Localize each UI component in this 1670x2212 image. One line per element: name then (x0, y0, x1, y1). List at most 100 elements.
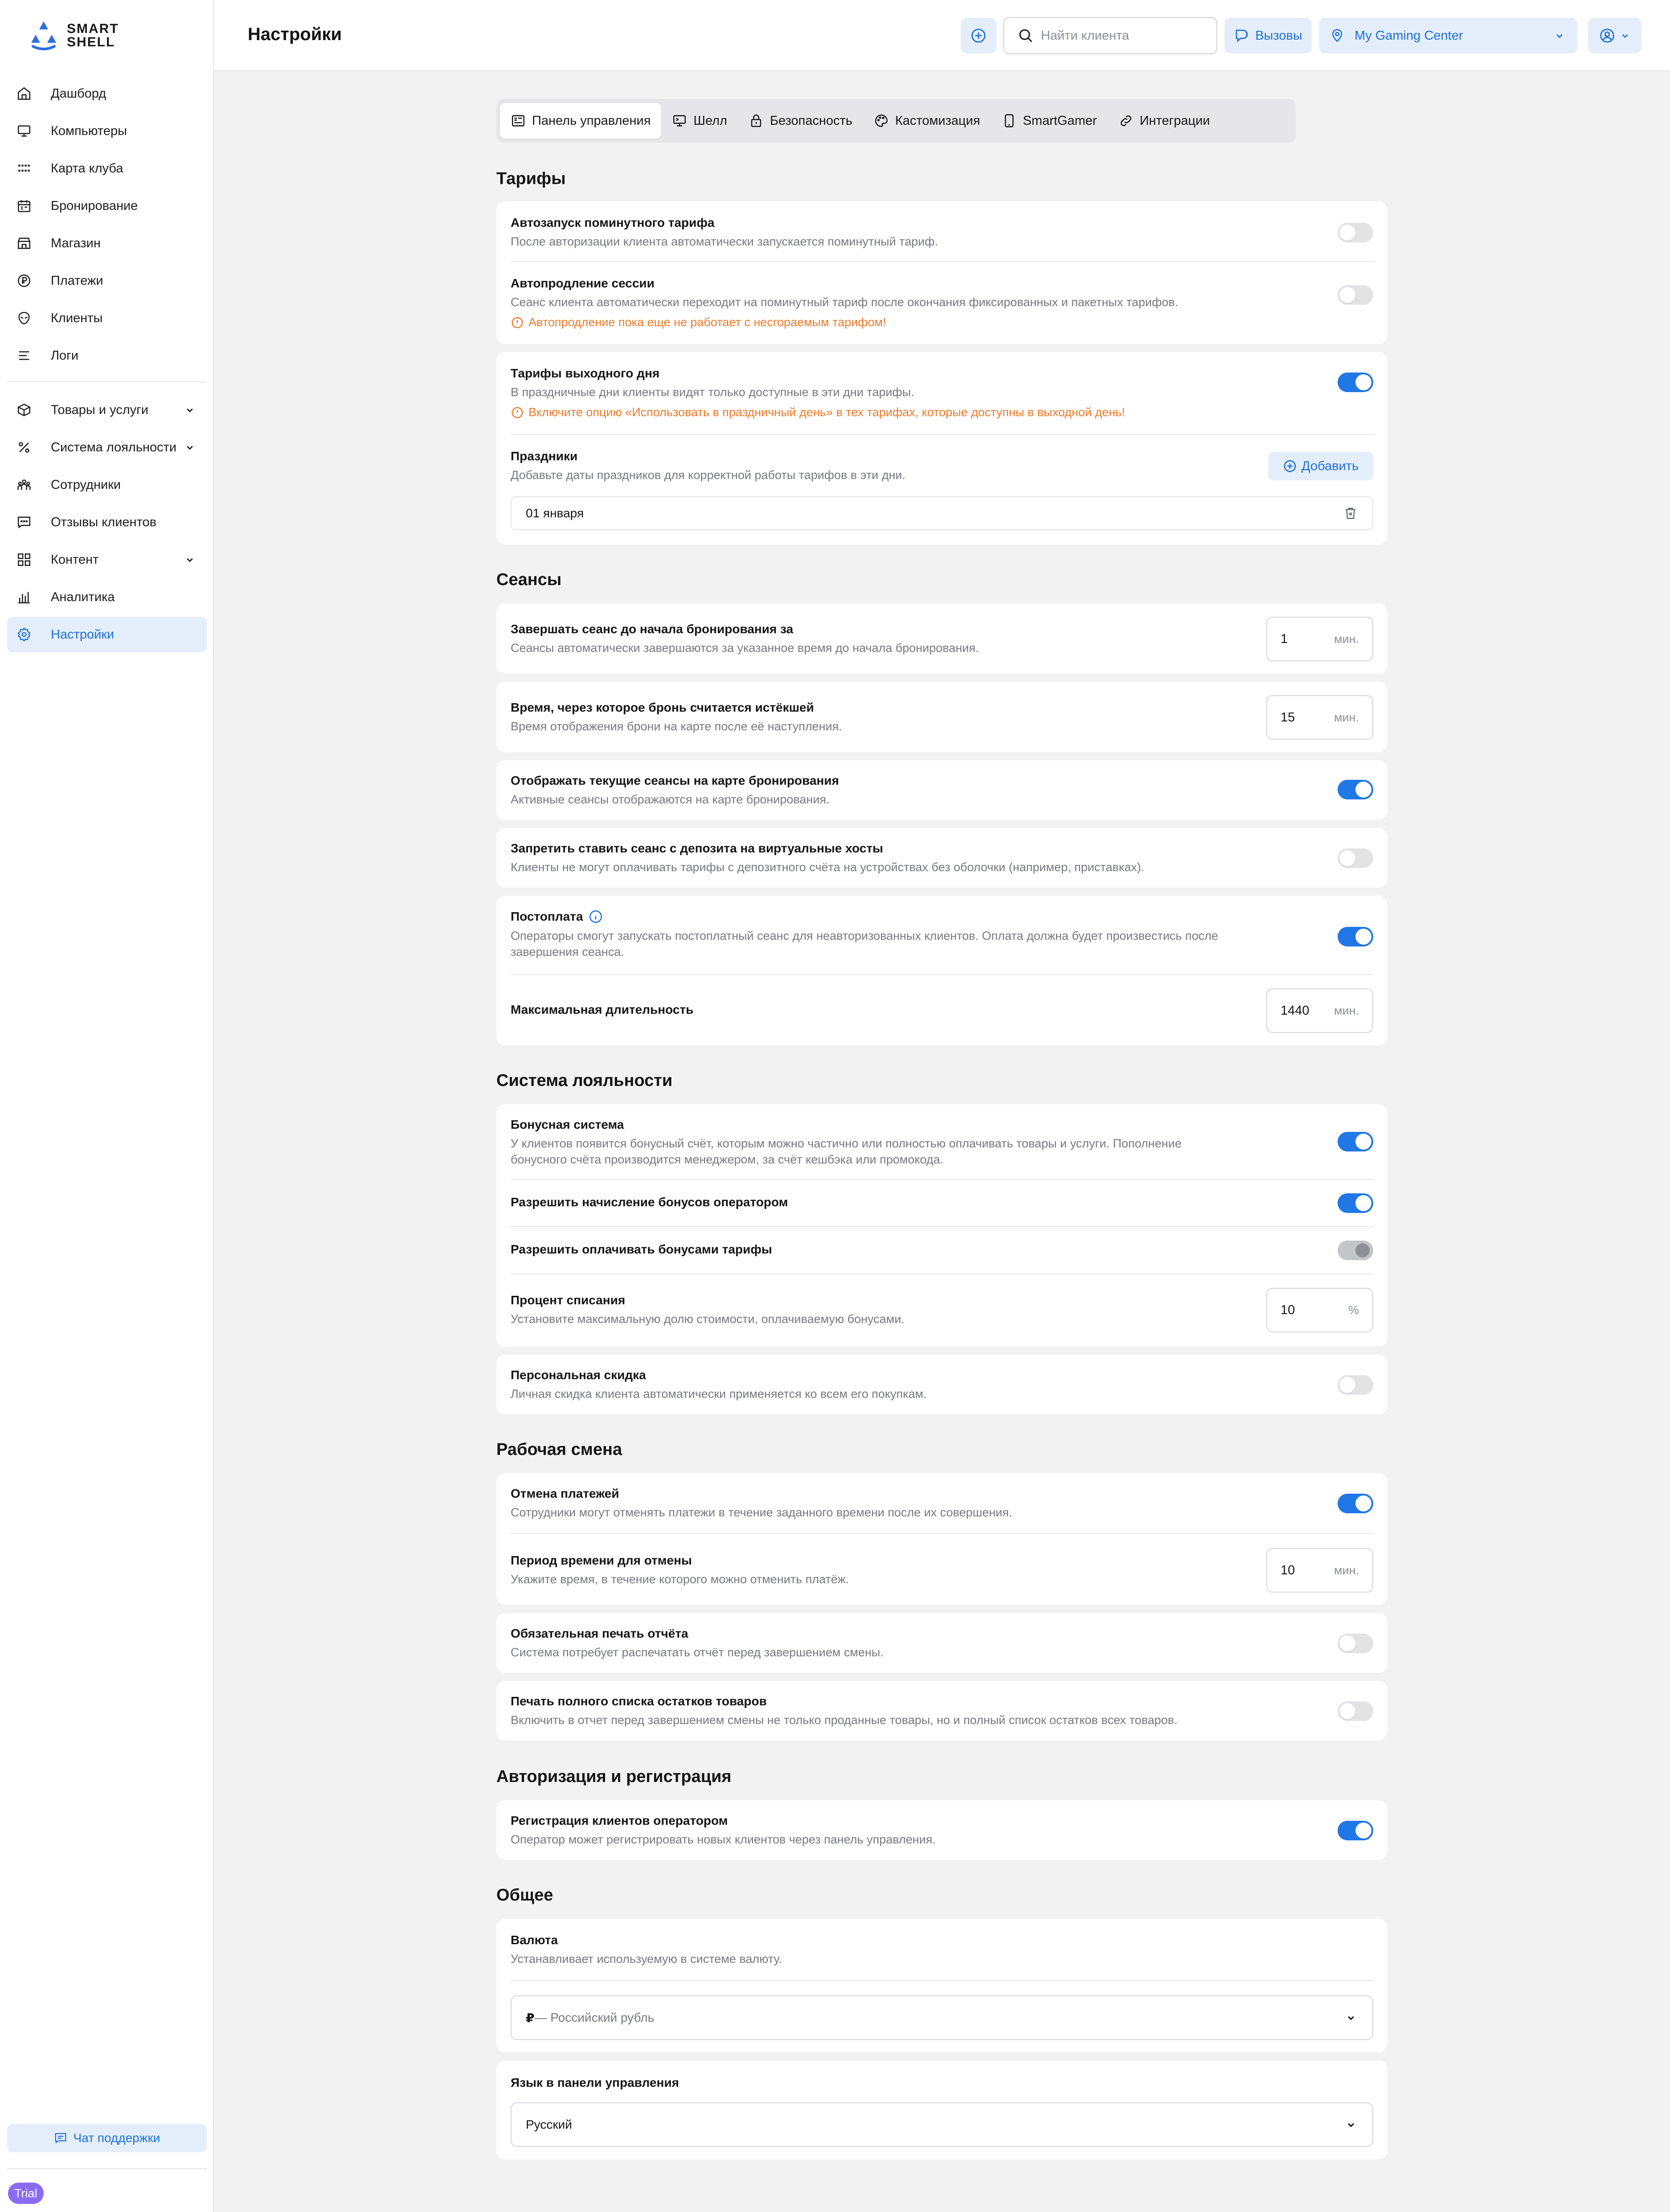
sidebar-item-label: Сотрудники (51, 477, 121, 492)
setting-desc: Время отображения брони на карте после е… (511, 720, 842, 733)
chevron-down-icon (1556, 34, 1563, 38)
tab-customization[interactable]: Кастомизация (863, 103, 991, 139)
setting-title: Автопродление сессии (511, 276, 655, 290)
setting-title: Запретить ставить сеанс с депозита на ви… (511, 841, 884, 855)
client-search[interactable] (1003, 17, 1217, 54)
setting-autostart: Автозапуск поминутного тарифа После авто… (511, 216, 1373, 250)
tab-smartgamer[interactable]: SmartGamer (991, 103, 1108, 139)
user-menu-button[interactable] (1588, 18, 1641, 53)
club-selector[interactable]: My Gaming Center (1319, 18, 1577, 53)
sidebar-item-label: Система лояльности (51, 440, 177, 455)
expire-input[interactable]: 15 мин. (1266, 695, 1373, 740)
chevron-down-icon (187, 408, 193, 413)
warning-clock-icon (512, 407, 523, 418)
sidebar-item-dashboard[interactable]: Дашборд (7, 76, 207, 111)
sidebar-item-label: Аналитика (51, 590, 115, 604)
sidebar-item-label: Контент (51, 552, 99, 567)
show-current-sessions-toggle[interactable] (1338, 780, 1373, 799)
input-value: 1440 (1281, 1003, 1310, 1018)
setting-percent: Процент списания Установите максимальную… (511, 1293, 1373, 1327)
sidebar-item-logs[interactable]: Логи (7, 338, 207, 373)
reviews-icon (15, 513, 33, 531)
autoextend-toggle[interactable] (1338, 285, 1373, 305)
print-report-toggle[interactable] (1338, 1634, 1373, 1653)
section-title-general: Общее (496, 1886, 553, 1905)
sidebar-item-label: Карта клуба (51, 161, 123, 176)
tab-shell[interactable]: Шелл (661, 103, 738, 139)
setting-title: Отмена платежей (511, 1487, 619, 1500)
end-before-input[interactable]: 1 мин. (1266, 617, 1373, 661)
add-holiday-label: Добавить (1301, 459, 1359, 473)
holiday-item: 01 января (511, 496, 1373, 530)
sidebar-item-loyalty[interactable]: Система лояльности (7, 430, 207, 465)
setting-title: Обязательная печать отчёта (511, 1626, 688, 1640)
autostart-toggle[interactable] (1338, 223, 1373, 242)
sidebar-item-settings[interactable]: Настройки (7, 617, 207, 652)
pay-tariffs-toggle[interactable] (1338, 1241, 1373, 1260)
add-holiday-button[interactable]: Добавить (1268, 452, 1373, 480)
payment-cancel-toggle[interactable] (1338, 1494, 1373, 1513)
sidebar-item-store[interactable]: Магазин (7, 225, 207, 261)
tab-integrations[interactable]: Интеграции (1108, 103, 1221, 139)
language-select[interactable]: Русский (511, 2102, 1373, 2147)
sidebar-item-content[interactable]: Контент (7, 542, 207, 578)
operator-bonus-toggle[interactable] (1338, 1193, 1373, 1213)
cancel-period-input[interactable]: 10 мин. (1266, 1548, 1373, 1593)
team-icon (15, 476, 33, 494)
setting-title: Персональная скидка (511, 1368, 646, 1382)
card-booking-expire: Время, через которое бронь считается ист… (496, 682, 1388, 752)
card-show-current-sessions: Отображать текущие сеансы на карте брони… (496, 760, 1388, 820)
input-value: 15 (1281, 710, 1295, 725)
setting-end-before: Завершать сеанс до начала бронирования з… (511, 622, 1373, 656)
deny-virtual-toggle[interactable] (1338, 848, 1373, 868)
sidebar-item-booking[interactable]: Бронирование (7, 188, 207, 224)
add-button[interactable] (961, 18, 996, 53)
currency-select[interactable]: ₽ — Российский рубль (511, 1995, 1373, 2040)
setting-desc: Сеанс клиента автоматически переходит на… (511, 295, 1179, 309)
tab-label: Шелл (693, 113, 728, 128)
section-title-auth: Авторизация и регистрация (496, 1767, 732, 1786)
warning-text: Включите опцию «Использовать в праздничн… (528, 406, 1125, 419)
setting-autoextend: Автопродление сессии Сеанс клиента автом… (511, 276, 1373, 329)
weekend-tariffs-toggle[interactable] (1338, 373, 1373, 392)
input-value: 10 (1281, 1563, 1295, 1577)
tab-label: Кастомизация (895, 113, 980, 128)
sidebar-item-clients[interactable]: Клиенты (7, 300, 207, 336)
sidebar-item-goods[interactable]: Товары и услуги (7, 392, 207, 428)
personal-discount-toggle[interactable] (1338, 1375, 1373, 1395)
tab-label: Безопасность (770, 113, 853, 128)
sidebar: SMART SHELL Дашборд Компьютеры Карта клу… (0, 0, 214, 2212)
operator-registration-toggle[interactable] (1338, 1821, 1373, 1840)
sidebar-item-club-map[interactable]: Карта клуба (7, 151, 207, 186)
setting-print-stock: Печать полного списка остатков товаров В… (511, 1694, 1373, 1728)
support-chat-label: Чат поддержки (73, 2131, 160, 2145)
section-title-loyalty: Система лояльности (496, 1071, 673, 1090)
setting-desc: Установите максимальную долю стоимости, … (511, 1312, 905, 1326)
search-input[interactable] (1041, 28, 1210, 43)
sidebar-item-computers[interactable]: Компьютеры (7, 113, 207, 149)
support-chat-button[interactable]: Чат поддержки (7, 2124, 207, 2152)
postpay-toggle[interactable] (1338, 927, 1373, 946)
calls-button[interactable]: Вызовы (1224, 18, 1312, 53)
sidebar-item-label: Дашборд (51, 86, 106, 101)
setting-holidays: Праздники Добавьте даты праздников для к… (511, 449, 1373, 483)
calls-label: Вызовы (1255, 28, 1302, 43)
percent-input[interactable]: 10 % (1266, 1288, 1373, 1332)
sidebar-item-payments[interactable]: Платежи (7, 263, 207, 299)
desc-line: бонусного счёта производится менеджером,… (511, 1153, 944, 1166)
print-stock-toggle[interactable] (1338, 1701, 1373, 1721)
bonus-system-toggle[interactable] (1338, 1132, 1373, 1151)
logo[interactable]: SMART SHELL (27, 18, 119, 53)
tab-control-panel[interactable]: Панель управления (500, 103, 662, 139)
tab-label: Панель управления (532, 113, 651, 128)
setting-title: Процент списания (511, 1293, 626, 1307)
delete-icon[interactable] (1343, 506, 1358, 521)
tab-security[interactable]: Безопасность (738, 103, 863, 139)
setting-desc: Сотрудники могут отменять платежи в тече… (511, 1506, 1012, 1519)
setting-title: Разрешить оплачивать бонусами тарифы (511, 1242, 772, 1256)
sidebar-item-employees[interactable]: Сотрудники (7, 467, 207, 503)
max-duration-input[interactable]: 1440 мин. (1266, 988, 1373, 1033)
sidebar-item-analytics[interactable]: Аналитика (7, 579, 207, 615)
sidebar-item-reviews[interactable]: Отзывы клиентов (7, 504, 207, 540)
info-icon[interactable] (588, 909, 603, 924)
